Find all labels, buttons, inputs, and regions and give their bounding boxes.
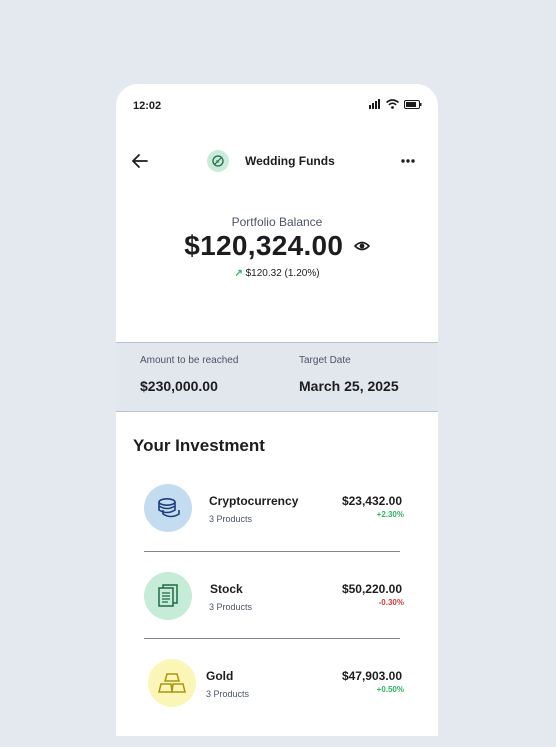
list-divider <box>144 551 400 552</box>
target-summary: Amount to be reached $230,000.00 Target … <box>116 342 438 412</box>
list-divider <box>144 638 400 639</box>
investment-amount: $50,220.00 <box>341 582 402 596</box>
investment-product-count: 3 Products <box>209 514 253 524</box>
app-header: Wedding Funds <box>116 142 438 182</box>
signal-icon <box>369 99 380 109</box>
investment-amount: $47,903.00 <box>341 669 402 683</box>
goal-title: Wedding Funds <box>245 154 335 168</box>
investment-section-title: Your Investment <box>133 436 265 455</box>
portfolio-change: ↗ $120.32 (1.20%) <box>116 268 438 279</box>
coins-icon <box>158 497 180 518</box>
investment-change: +0.50% <box>376 685 404 694</box>
investment-change: -0.30% <box>378 598 404 607</box>
status-time: 12:02 <box>133 100 162 112</box>
target-amount-value: $230,000.00 <box>140 378 218 394</box>
more-options-icon[interactable] <box>400 154 416 168</box>
target-date-block: Target Date March 25, 2025 <box>299 355 399 394</box>
investment-item-stock[interactable]: Stock 3 Products $50,220.00 -0.30% <box>116 572 438 632</box>
status-bar: 12:02 <box>116 84 438 128</box>
document-stack-icon <box>158 584 178 607</box>
investment-icon-circle <box>148 659 196 707</box>
investment-icon-circle <box>144 484 192 532</box>
investment-item-cryptocurrency[interactable]: Cryptocurrency 3 Products $23,432.00 +2.… <box>116 484 438 544</box>
wifi-icon <box>386 99 399 109</box>
portfolio-balance-amount: $120,324.00 <box>184 230 344 261</box>
trend-up-icon: ↗ <box>234 268 243 279</box>
gold-bars-icon <box>158 673 186 693</box>
status-icons <box>369 99 422 109</box>
portfolio-change-value: $120.32 (1.20%) <box>245 268 320 279</box>
investment-product-count: 3 Products <box>206 689 250 699</box>
investment-item-gold[interactable]: Gold 3 Products $47,903.00 +0.50% <box>116 659 438 719</box>
back-arrow-icon[interactable] <box>130 151 150 171</box>
portfolio-balance-label: Portfolio Balance <box>231 215 323 229</box>
target-amount-block: Amount to be reached $230,000.00 <box>140 355 238 394</box>
investment-icon-circle <box>144 572 192 620</box>
investment-amount: $23,432.00 <box>341 494 402 508</box>
investment-name: Cryptocurrency <box>209 494 299 508</box>
investment-change: +2.30% <box>376 510 404 519</box>
target-amount-label: Amount to be reached <box>140 355 239 366</box>
investment-name: Stock <box>210 582 243 596</box>
battery-icon <box>404 99 422 109</box>
eye-icon[interactable] <box>353 240 370 252</box>
target-date-label: Target Date <box>299 355 351 366</box>
investment-name: Gold <box>206 669 234 683</box>
goal-leaf-icon <box>212 155 224 167</box>
phone-screen: 12:02 Wedding Funds Portfolio Balance $1… <box>116 84 438 736</box>
portfolio-balance-row: $120,324.00 <box>116 230 438 262</box>
investment-product-count: 3 Products <box>209 602 253 612</box>
goal-avatar <box>207 150 229 172</box>
target-date-value: March 25, 2025 <box>299 378 399 394</box>
